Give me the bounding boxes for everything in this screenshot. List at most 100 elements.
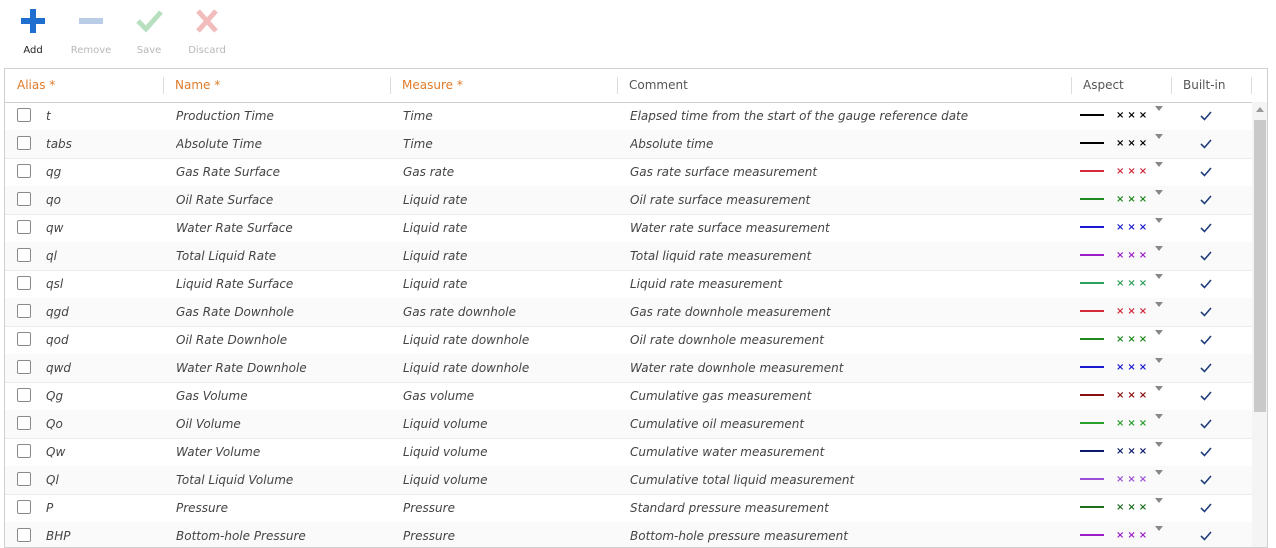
alias-cell[interactable]: tabs	[46, 130, 161, 158]
remove-button[interactable]: Remove	[61, 6, 121, 56]
alias-cell[interactable]: qw	[46, 214, 161, 242]
aspect-selector[interactable]: ×××	[1080, 382, 1165, 410]
measure-cell[interactable]: Gas rate	[403, 158, 613, 186]
alias-cell[interactable]: BHP	[46, 522, 161, 547]
chevron-down-icon[interactable]	[1155, 218, 1163, 223]
measure-cell[interactable]: Pressure	[403, 494, 613, 522]
aspect-selector[interactable]: ×××	[1080, 298, 1165, 326]
name-cell[interactable]: Gas Rate Surface	[176, 158, 386, 186]
add-button[interactable]: Add	[3, 6, 63, 56]
comment-cell[interactable]: Bottom-hole pressure measurement	[630, 522, 1066, 547]
header-name[interactable]: Name *	[163, 69, 390, 102]
comment-cell[interactable]: Liquid rate measurement	[630, 270, 1066, 298]
aspect-selector[interactable]: ×××	[1080, 522, 1165, 547]
name-cell[interactable]: Total Liquid Volume	[176, 466, 386, 494]
measure-cell[interactable]: Liquid rate	[403, 186, 613, 214]
alias-cell[interactable]: t	[46, 102, 161, 130]
chevron-down-icon[interactable]	[1155, 358, 1163, 363]
table-row[interactable]: t Production Time Time Elapsed time from th…	[5, 102, 1252, 131]
vertical-scrollbar[interactable]	[1252, 102, 1267, 547]
row-checkbox[interactable]	[17, 472, 31, 486]
chevron-down-icon[interactable]	[1155, 386, 1163, 391]
name-cell[interactable]: Oil Rate Downhole	[176, 326, 386, 354]
name-cell[interactable]: Production Time	[176, 102, 386, 130]
row-checkbox[interactable]	[17, 304, 31, 318]
measure-cell[interactable]: Liquid volume	[403, 438, 613, 466]
aspect-selector[interactable]: ×××	[1080, 354, 1165, 382]
chevron-down-icon[interactable]	[1155, 302, 1163, 307]
comment-cell[interactable]: Absolute time	[630, 130, 1066, 158]
chevron-down-icon[interactable]	[1155, 106, 1163, 111]
table-row[interactable]: Qw Water Volume Liquid volume Cumulative wa…	[5, 438, 1252, 467]
name-cell[interactable]: Pressure	[176, 494, 386, 522]
comment-cell[interactable]: Cumulative gas measurement	[630, 382, 1066, 410]
comment-cell[interactable]: Gas rate surface measurement	[630, 158, 1066, 186]
row-checkbox[interactable]	[17, 528, 31, 542]
aspect-selector[interactable]: ×××	[1080, 186, 1165, 214]
scroll-up-icon[interactable]	[1256, 107, 1264, 112]
aspect-selector[interactable]: ×××	[1080, 270, 1165, 298]
header-aspect[interactable]: Aspect	[1071, 69, 1171, 102]
comment-cell[interactable]: Standard pressure measurement	[630, 494, 1066, 522]
chevron-down-icon[interactable]	[1155, 470, 1163, 475]
chevron-down-icon[interactable]	[1155, 498, 1163, 503]
header-alias[interactable]: Alias *	[5, 69, 163, 102]
table-row[interactable]: Qg Gas Volume Gas volume Cumulative gas mea…	[5, 382, 1252, 411]
table-row[interactable]: qod Oil Rate Downhole Liquid rate downhole…	[5, 326, 1252, 355]
chevron-down-icon[interactable]	[1155, 526, 1163, 531]
chevron-down-icon[interactable]	[1155, 330, 1163, 335]
chevron-down-icon[interactable]	[1155, 190, 1163, 195]
table-row[interactable]: qo Oil Rate Surface Liquid rate Oil rate su…	[5, 186, 1252, 215]
table-row[interactable]: BHP Bottom-hole Pressure Pressure Bottom-ho…	[5, 522, 1252, 547]
comment-cell[interactable]: Total liquid rate measurement	[630, 242, 1066, 270]
table-row[interactable]: qwd Water Rate Downhole Liquid rate downho…	[5, 354, 1252, 383]
aspect-selector[interactable]: ×××	[1080, 242, 1165, 270]
row-checkbox[interactable]	[17, 220, 31, 234]
measure-cell[interactable]: Liquid rate downhole	[403, 354, 613, 382]
discard-button[interactable]: Discard	[177, 6, 237, 56]
table-row[interactable]: qgd Gas Rate Downhole Gas rate downhole Gas…	[5, 298, 1252, 327]
row-checkbox[interactable]	[17, 192, 31, 206]
comment-cell[interactable]: Water rate downhole measurement	[630, 354, 1066, 382]
alias-cell[interactable]: qo	[46, 186, 161, 214]
row-checkbox[interactable]	[17, 388, 31, 402]
aspect-selector[interactable]: ×××	[1080, 466, 1165, 494]
table-row[interactable]: qw Water Rate Surface Liquid rate Water rat…	[5, 214, 1252, 243]
aspect-selector[interactable]: ×××	[1080, 214, 1165, 242]
row-checkbox[interactable]	[17, 248, 31, 262]
row-checkbox[interactable]	[17, 416, 31, 430]
name-cell[interactable]: Absolute Time	[176, 130, 386, 158]
table-row[interactable]: ql Total Liquid Rate Liquid rate Total liqu…	[5, 242, 1252, 271]
alias-cell[interactable]: qwd	[46, 354, 161, 382]
aspect-selector[interactable]: ×××	[1080, 130, 1165, 158]
table-row[interactable]: P Pressure Pressure Standard pressure measu…	[5, 494, 1252, 523]
name-cell[interactable]: Total Liquid Rate	[176, 242, 386, 270]
measure-cell[interactable]: Liquid rate	[403, 270, 613, 298]
row-checkbox[interactable]	[17, 136, 31, 150]
name-cell[interactable]: Liquid Rate Surface	[176, 270, 386, 298]
name-cell[interactable]: Water Rate Downhole	[176, 354, 386, 382]
name-cell[interactable]: Oil Rate Surface	[176, 186, 386, 214]
measure-cell[interactable]: Liquid rate	[403, 242, 613, 270]
alias-cell[interactable]: qsl	[46, 270, 161, 298]
save-button[interactable]: Save	[119, 6, 179, 56]
header-measure[interactable]: Measure *	[390, 69, 617, 102]
table-row[interactable]: Ql Total Liquid Volume Liquid volume Cumula…	[5, 466, 1252, 495]
row-checkbox[interactable]	[17, 360, 31, 374]
name-cell[interactable]: Gas Rate Downhole	[176, 298, 386, 326]
table-row[interactable]: Qo Oil Volume Liquid volume Cumulative oil …	[5, 410, 1252, 439]
name-cell[interactable]: Gas Volume	[176, 382, 386, 410]
table-row[interactable]: tabs Absolute Time Time Absolute time ×××	[5, 130, 1252, 159]
alias-cell[interactable]: ql	[46, 242, 161, 270]
alias-cell[interactable]: P	[46, 494, 161, 522]
alias-cell[interactable]: qod	[46, 326, 161, 354]
alias-cell[interactable]: Ql	[46, 466, 161, 494]
measure-cell[interactable]: Pressure	[403, 522, 613, 547]
aspect-selector[interactable]: ×××	[1080, 494, 1165, 522]
aspect-selector[interactable]: ×××	[1080, 410, 1165, 438]
measure-cell[interactable]: Liquid volume	[403, 466, 613, 494]
comment-cell[interactable]: Oil rate surface measurement	[630, 186, 1066, 214]
chevron-down-icon[interactable]	[1155, 442, 1163, 447]
table-row[interactable]: qg Gas Rate Surface Gas rate Gas rate surfa…	[5, 158, 1252, 187]
name-cell[interactable]: Water Volume	[176, 438, 386, 466]
